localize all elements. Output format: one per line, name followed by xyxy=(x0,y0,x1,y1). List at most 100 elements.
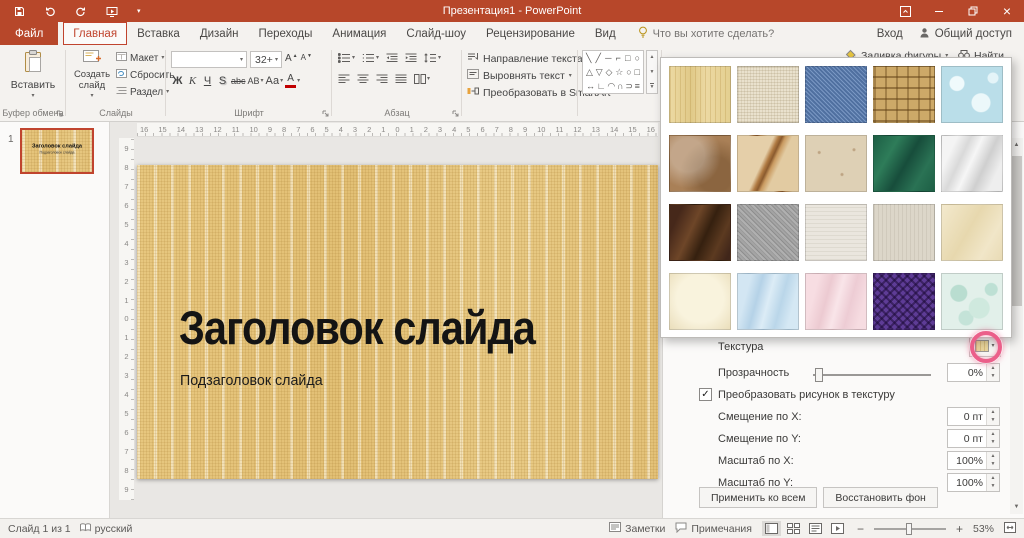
spin-up-icon[interactable]: ▲ xyxy=(991,365,996,373)
tab-view[interactable]: Вид xyxy=(585,22,626,45)
spin-down-icon[interactable]: ▼ xyxy=(991,439,996,447)
texture-swatch[interactable] xyxy=(737,135,799,192)
zoom-in-icon[interactable]: + xyxy=(956,523,963,535)
font-name-combobox[interactable]: ▾ xyxy=(171,51,247,68)
change-case-button[interactable]: Аа ▾ xyxy=(266,72,284,89)
bullets-icon[interactable]: ▾ xyxy=(338,53,355,63)
texture-swatch[interactable] xyxy=(669,66,731,123)
spinbox-arrows[interactable]: ▲ ▼ xyxy=(986,408,999,425)
notes-button[interactable]: Заметки xyxy=(609,522,665,535)
spin-down-icon[interactable]: ▼ xyxy=(991,417,996,425)
paste-button[interactable]: Вставить ▾ xyxy=(8,50,58,99)
bold-button[interactable]: Ж xyxy=(171,72,184,89)
texture-swatch[interactable] xyxy=(873,66,935,123)
sign-in-button[interactable]: Вход xyxy=(865,22,915,45)
font-dialog-launcher-icon[interactable] xyxy=(322,110,329,117)
tile-as-texture-checkbox-row[interactable]: ✓ Преобразовать рисунок в текстуру xyxy=(699,388,895,401)
texture-swatch[interactable] xyxy=(941,204,1003,261)
text-direction-button[interactable]: Направление текста ▾ xyxy=(467,52,590,65)
close-icon[interactable]: × xyxy=(990,0,1024,22)
format-option-spinbox[interactable]: 0 пт ▲ ▼ xyxy=(947,429,1000,448)
shape-icon[interactable]: ▽ xyxy=(596,65,603,79)
tile-as-texture-checkbox[interactable]: ✓ xyxy=(699,388,712,401)
shape-icon[interactable]: ☆ xyxy=(615,65,623,79)
apply-to-all-button[interactable]: Применить ко всем xyxy=(699,487,818,508)
tab-insert[interactable]: Вставка xyxy=(127,22,190,45)
character-spacing-button[interactable]: АВ ▾ xyxy=(248,72,264,89)
align-right-icon[interactable] xyxy=(376,74,388,84)
texture-swatch[interactable] xyxy=(669,204,731,261)
customize-qat-icon[interactable]: ▾ xyxy=(137,8,141,15)
zoom-slider[interactable] xyxy=(873,522,946,535)
start-slideshow-icon[interactable] xyxy=(106,6,118,17)
columns-icon[interactable]: ▾ xyxy=(414,74,430,84)
line-spacing-icon[interactable]: ▾ xyxy=(424,53,441,63)
tab-animations[interactable]: Анимация xyxy=(322,22,396,45)
zoom-percentage[interactable]: 53% xyxy=(973,523,994,535)
align-center-icon[interactable] xyxy=(357,74,369,84)
texture-swatch[interactable] xyxy=(941,66,1003,123)
shape-icon[interactable]: □ xyxy=(635,65,640,79)
slide-thumbnail[interactable]: Заголовок слайда Подзаголовок слайда xyxy=(20,128,94,174)
format-option-spinbox[interactable]: 100% ▲ ▼ xyxy=(947,473,1000,492)
tab-review[interactable]: Рецензирование xyxy=(476,22,585,45)
shape-icon[interactable]: ╱ xyxy=(596,51,601,65)
transparency-slider[interactable] xyxy=(813,368,931,382)
tab-home[interactable]: Главная xyxy=(63,22,128,45)
texture-swatch[interactable] xyxy=(737,66,799,123)
tab-file[interactable]: Файл xyxy=(0,22,59,45)
slide-subtitle[interactable]: Подзаголовок слайда xyxy=(180,372,323,389)
spinbox-arrows[interactable]: ▲ ▼ xyxy=(986,474,999,491)
align-left-icon[interactable] xyxy=(338,74,350,84)
spin-up-icon[interactable]: ▲ xyxy=(991,475,996,483)
shape-icon[interactable]: ╲ xyxy=(586,51,591,65)
restore-icon[interactable] xyxy=(956,0,990,22)
shape-icon[interactable]: □ xyxy=(625,51,630,65)
tab-design[interactable]: Дизайн xyxy=(190,22,249,45)
shape-icon[interactable]: ─ xyxy=(605,51,611,65)
shape-icon[interactable]: ∟ xyxy=(597,79,606,93)
indent-increase-icon[interactable] xyxy=(405,53,417,63)
comments-button[interactable]: Примечания xyxy=(675,522,752,536)
new-slide-button[interactable]: Создать слайд ▾ xyxy=(69,50,115,99)
font-color-button[interactable]: А ▾ xyxy=(285,72,300,89)
texture-swatch[interactable] xyxy=(805,204,867,261)
shapes-more-icon[interactable]: ▼ xyxy=(649,83,655,90)
reset-background-button[interactable]: Восстановить фон xyxy=(823,487,938,508)
paragraph-dialog-launcher-icon[interactable] xyxy=(452,110,459,117)
ribbon-display-options-icon[interactable] xyxy=(888,0,922,22)
shapes-scroll-down-icon[interactable]: ▼ xyxy=(650,69,655,75)
tab-transitions[interactable]: Переходы xyxy=(248,22,322,45)
texture-swatch[interactable] xyxy=(805,273,867,330)
transparency-value[interactable]: 0% xyxy=(948,367,986,379)
minimize-icon[interactable] xyxy=(922,0,956,22)
shape-icon[interactable]: ○ xyxy=(626,65,631,79)
zoom-slider-thumb[interactable] xyxy=(906,522,913,535)
shape-icon[interactable]: ◠ xyxy=(607,79,615,93)
language-status[interactable]: русский xyxy=(79,523,132,535)
shape-icon[interactable]: ○ xyxy=(635,51,640,65)
zoom-out-icon[interactable]: − xyxy=(857,523,864,535)
clipboard-dialog-launcher-icon[interactable] xyxy=(56,110,63,117)
spin-up-icon[interactable]: ▲ xyxy=(991,453,996,461)
texture-swatch[interactable] xyxy=(669,273,731,330)
normal-view-icon[interactable] xyxy=(761,521,781,536)
spinbox-value[interactable]: 0 пт xyxy=(948,411,986,423)
spinbox-value[interactable]: 0 пт xyxy=(948,433,986,445)
shape-icon[interactable]: ⌐ xyxy=(616,51,621,65)
spinbox-value[interactable]: 100% xyxy=(948,477,986,489)
shape-icon[interactable]: ↔ xyxy=(586,79,595,93)
tab-slideshow[interactable]: Слайд-шоу xyxy=(396,22,476,45)
underline-button[interactable]: Ч xyxy=(201,72,214,89)
spinbox-arrows[interactable]: ▲ ▼ xyxy=(986,452,999,469)
pane-scrollbar-thumb[interactable] xyxy=(1011,156,1022,306)
transparency-spinbox[interactable]: 0% ▲ ▼ xyxy=(947,363,1000,382)
texture-swatch[interactable] xyxy=(805,135,867,192)
shape-icon[interactable]: △ xyxy=(586,65,593,79)
spin-down-icon[interactable]: ▼ xyxy=(991,483,996,491)
transparency-spinner-arrows[interactable]: ▲ ▼ xyxy=(986,364,999,381)
format-option-spinbox[interactable]: 100% ▲ ▼ xyxy=(947,451,1000,470)
shapes-gallery-scrollbar[interactable]: ▲ ▼ ▼ xyxy=(646,50,658,94)
slide-sorter-view-icon[interactable] xyxy=(784,521,803,536)
spin-up-icon[interactable]: ▲ xyxy=(991,431,996,439)
